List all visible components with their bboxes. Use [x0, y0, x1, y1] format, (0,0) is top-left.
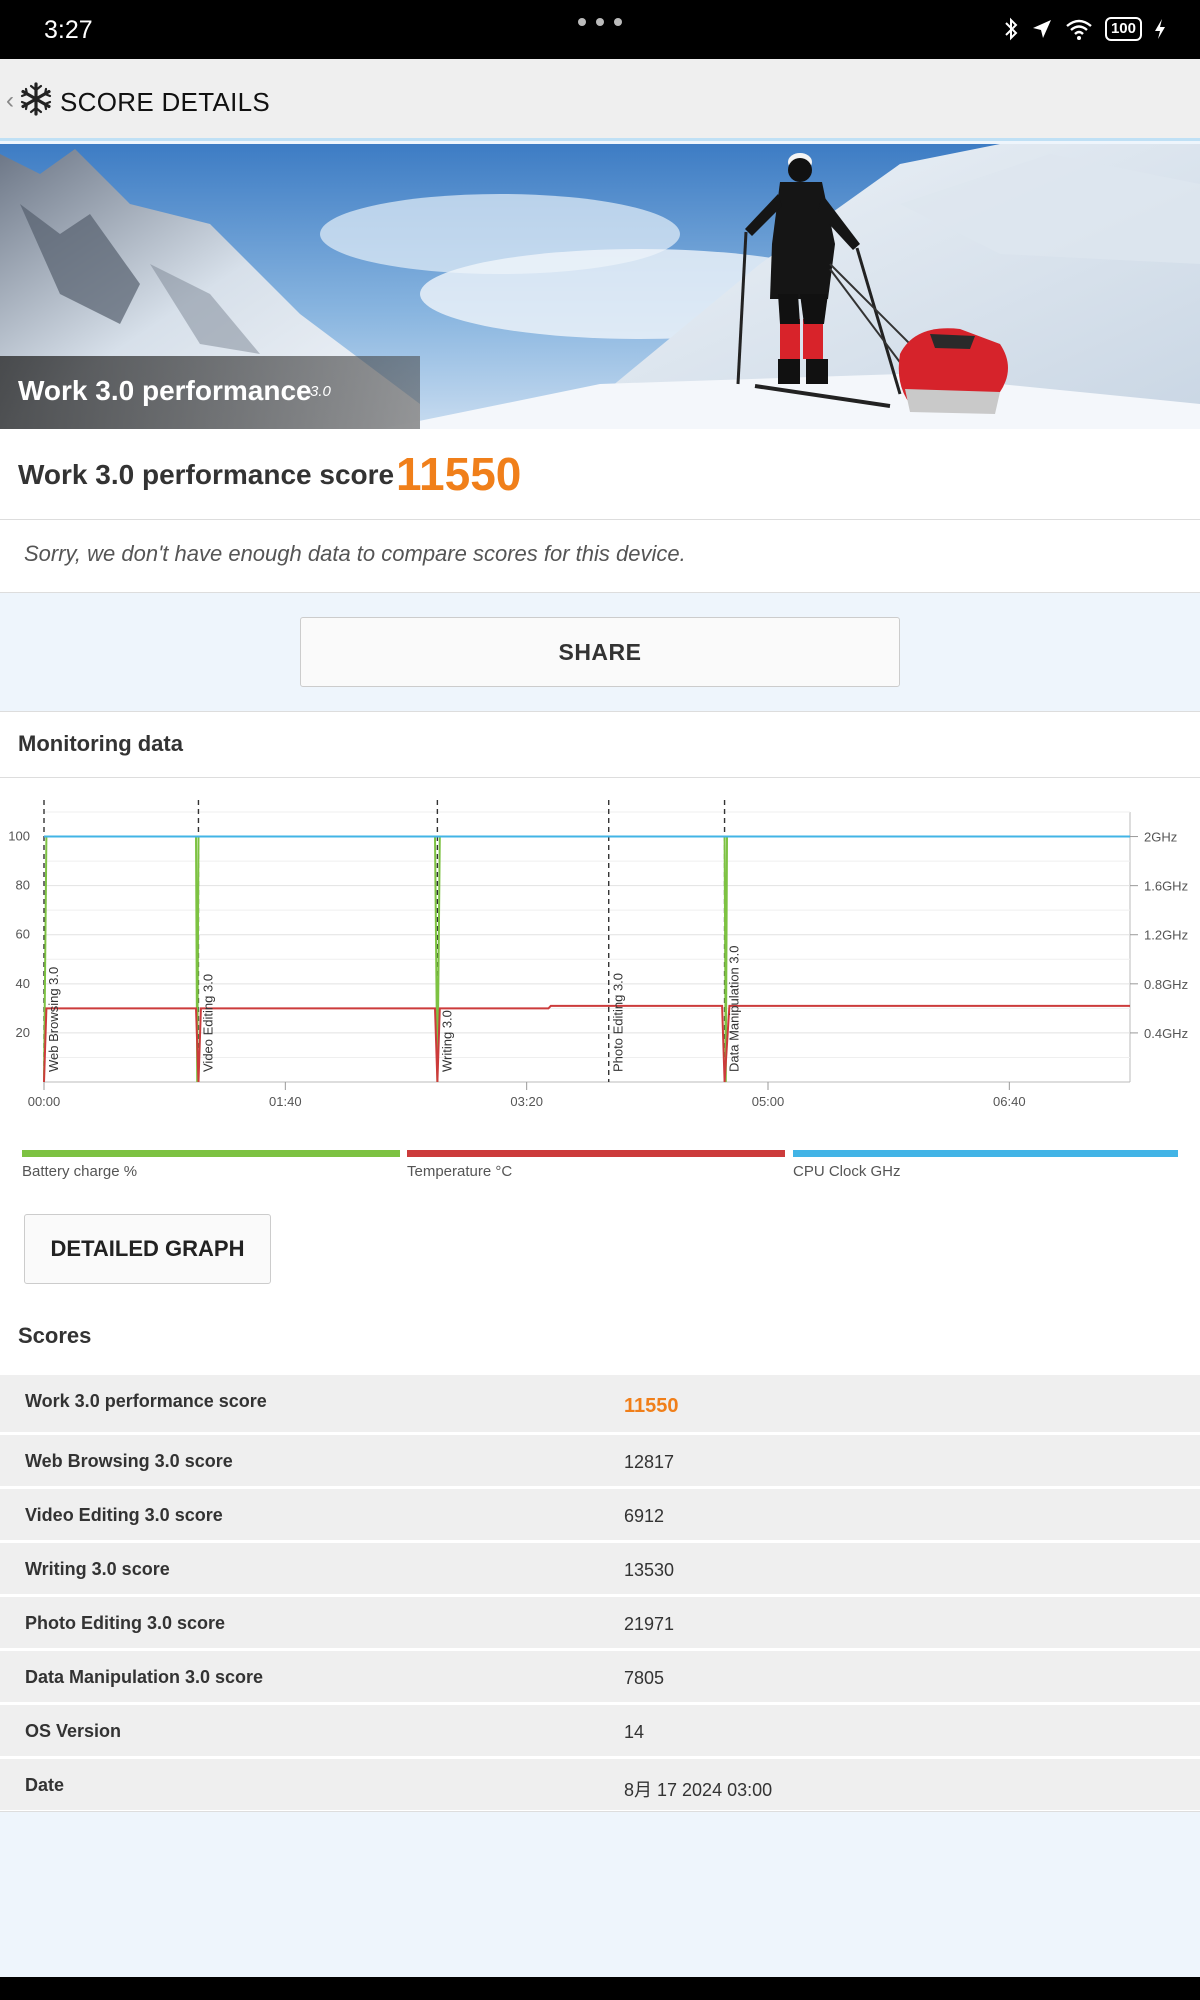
test-marker-label: Data Manipulation 3.0: [727, 946, 742, 1072]
score-key: Photo Editing 3.0 score: [25, 1613, 226, 1633]
scores-title: Scores: [18, 1323, 92, 1348]
x-tick-label: 00:00: [28, 1094, 61, 1109]
snowflake-logo-icon[interactable]: [18, 81, 54, 117]
table-row: Video Editing 3.0 score 6912: [0, 1486, 1200, 1540]
table-row: Date 8月 17 2024 03:00: [0, 1756, 1200, 1810]
table-row: Writing 3.0 score 13530: [0, 1540, 1200, 1594]
legend-temperature: Temperature °C: [407, 1150, 785, 1190]
legend-temperature-swatch: [407, 1150, 785, 1157]
table-row: OS Version 14: [0, 1702, 1200, 1756]
hero-version: 3.0: [310, 383, 331, 400]
y-left-tick-label: 60: [16, 927, 30, 942]
bluetooth-icon: [1005, 17, 1018, 41]
compare-note: Sorry, we don't have enough data to comp…: [24, 541, 686, 566]
table-row: Web Browsing 3.0 score 12817: [0, 1432, 1200, 1486]
y-right-tick-label: 0.4GHz: [1144, 1026, 1188, 1041]
score-value: 12817: [624, 1452, 675, 1472]
x-tick-label: 01:40: [269, 1094, 302, 1109]
battery-icon: 100: [1104, 17, 1142, 41]
page-title: SCORE DETAILS: [60, 87, 271, 117]
red-sled: [898, 328, 1008, 414]
test-marker-label: Video Editing 3.0: [200, 974, 215, 1072]
x-tick-label: 03:20: [510, 1094, 543, 1109]
test-marker-label: Web Browsing 3.0: [46, 967, 61, 1072]
status-time: 3:27: [44, 16, 93, 44]
scores-table: Work 3.0 performance score 11550 Web Brow…: [0, 1372, 1200, 1810]
score-value: 8月 17 2024 03:00: [624, 1780, 773, 1800]
share-button[interactable]: SHARE: [300, 617, 900, 687]
score-value: 21971: [624, 1614, 675, 1634]
score-value: 13530: [624, 1560, 675, 1580]
table-row: Photo Editing 3.0 score 21971: [0, 1594, 1200, 1648]
y-left-tick-label: 100: [8, 829, 30, 844]
y-left-tick-label: 80: [16, 878, 30, 893]
legend-cpu-swatch: [793, 1150, 1178, 1157]
legend-cpu-clock: CPU Clock GHz: [793, 1150, 1178, 1190]
score-value: 11550: [624, 1395, 679, 1417]
x-tick-label: 05:00: [752, 1094, 785, 1109]
score-value: 6912: [624, 1506, 665, 1526]
monitoring-card: Monitoring data 20 40 60 80 100 0.4GHz 0.8GHz 1…: [0, 711, 1200, 1812]
legend-cpu-label: CPU Clock GHz: [793, 1163, 901, 1180]
score-key: Date: [25, 1775, 65, 1795]
legend-battery: Battery charge %: [22, 1150, 400, 1190]
divider: [0, 777, 1200, 778]
y-right-tick-label: 1.2GHz: [1144, 928, 1188, 943]
status-bar: 3:27 100: [0, 0, 1200, 59]
divider: [0, 519, 1200, 520]
monitoring-chart: 20 40 60 80 100 0.4GHz 0.8GHz 1.2GHz 1.6GHz 2GHz 0…: [8, 800, 1188, 1109]
app-bar: ‹ SCORE DETAILS: [0, 59, 1200, 141]
legend-temperature-label: Temperature °C: [407, 1163, 513, 1180]
score-value: 7805: [624, 1668, 665, 1688]
y-left-tick-label: 40: [16, 976, 30, 991]
overall-score-value: 11550: [396, 448, 522, 500]
score-key: OS Version: [25, 1721, 122, 1741]
score-summary-card: Work 3.0 performance score 11550 Sorry, …: [0, 429, 1200, 593]
hero-banner: Work 3.0 performance 3.0: [0, 144, 1200, 429]
score-key: Work 3.0 performance score: [25, 1391, 267, 1411]
y-right-tick-label: 2GHz: [1144, 830, 1177, 845]
score-key: Writing 3.0 score: [25, 1559, 170, 1579]
score-key: Video Editing 3.0 score: [25, 1505, 223, 1525]
x-tick-label: 06:40: [993, 1094, 1026, 1109]
back-chevron-icon[interactable]: ‹: [6, 87, 14, 115]
wifi-icon: [1066, 19, 1092, 40]
score-key: Web Browsing 3.0 score: [25, 1451, 233, 1471]
y-left-tick-label: 20: [16, 1025, 30, 1040]
legend-battery-label: Battery charge %: [22, 1163, 138, 1180]
detailed-graph-button[interactable]: DETAILED GRAPH: [24, 1214, 271, 1284]
legend-battery-swatch: [22, 1150, 400, 1157]
test-marker-label: Photo Editing 3.0: [611, 973, 626, 1072]
system-nav-bar: [0, 1977, 1200, 2000]
y-right-tick-label: 0.8GHz: [1144, 977, 1188, 992]
status-icons: 100: [1003, 15, 1166, 43]
table-row: Data Manipulation 3.0 score 7805: [0, 1648, 1200, 1702]
score-value: 14: [624, 1722, 645, 1742]
hero-title: Work 3.0 performance: [18, 375, 312, 406]
score-key: Data Manipulation 3.0 score: [25, 1667, 264, 1687]
y-right-tick-label: 1.6GHz: [1144, 879, 1188, 894]
location-arrow-icon: [1032, 20, 1051, 38]
overall-score-label: Work 3.0 performance score: [18, 459, 395, 490]
test-marker-label: Writing 3.0: [439, 1010, 454, 1072]
charging-bolt-icon: [1155, 19, 1165, 39]
monitoring-title: Monitoring data: [18, 731, 183, 756]
table-row: Work 3.0 performance score 11550: [0, 1372, 1200, 1432]
more-dots-icon: [578, 18, 622, 28]
